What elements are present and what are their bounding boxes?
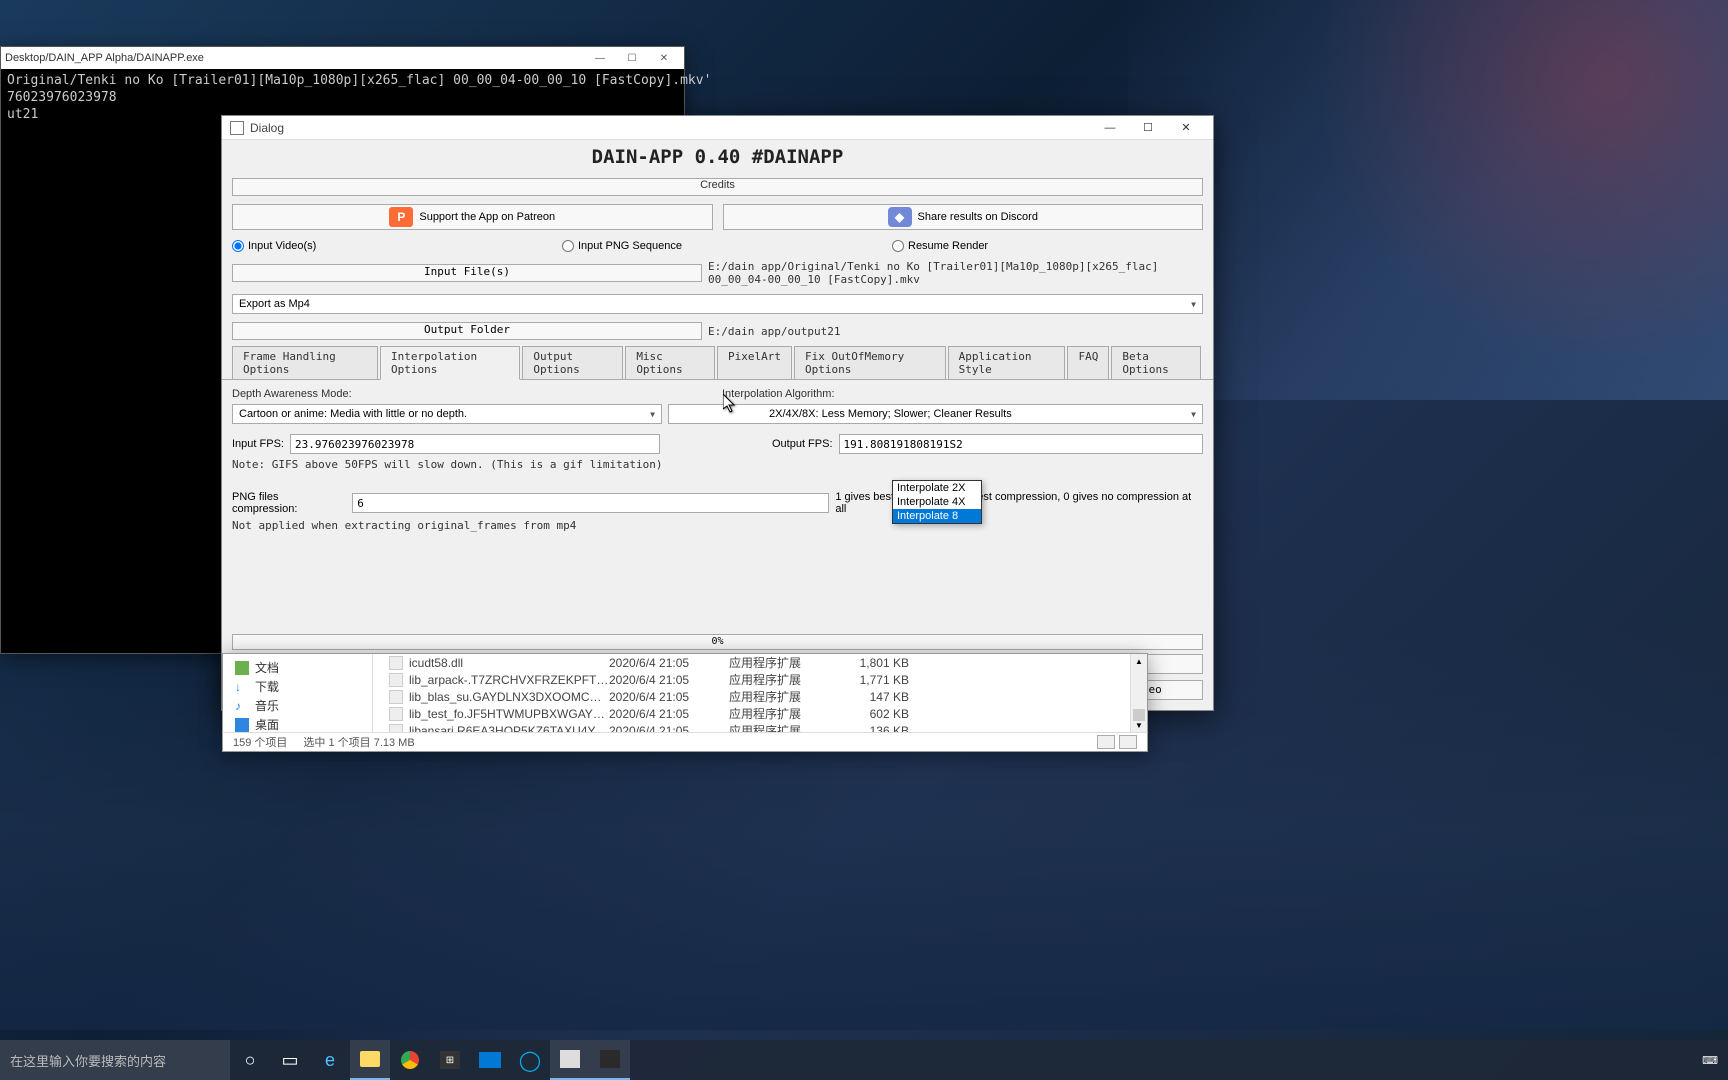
- output-fps-field[interactable]: [839, 434, 1203, 454]
- discord-button[interactable]: ◆ Share results on Discord: [723, 204, 1204, 230]
- input-fps-field[interactable]: [290, 434, 660, 454]
- png-compression-field[interactable]: [352, 493, 829, 513]
- minimize-button[interactable]: —: [584, 49, 616, 67]
- input-fps-label: Input FPS:: [232, 438, 284, 450]
- app2-icon[interactable]: [590, 1040, 630, 1080]
- radio-input-video-input[interactable]: [232, 240, 244, 252]
- export-format-select[interactable]: Export as Mp4: [232, 294, 1203, 314]
- file-icon: [389, 656, 403, 670]
- console-titlebar[interactable]: Desktop/DAIN_APP Alpha/DAINAPP.exe — ☐ ✕: [1, 47, 684, 69]
- desktop-icon: [235, 718, 249, 732]
- radio-resume[interactable]: Resume Render: [892, 240, 988, 252]
- radio-input-png[interactable]: Input PNG Sequence: [562, 240, 892, 252]
- status-count: 159 个项目: [233, 734, 287, 750]
- tab-frame-handling[interactable]: Frame Handling Options: [232, 346, 378, 379]
- app1-icon[interactable]: [550, 1040, 590, 1080]
- progress-bar: 0%: [232, 634, 1203, 650]
- dainapp-dialog: Dialog — ☐ ✕ DAIN-APP 0.40 #DAINAPP Cred…: [221, 115, 1214, 711]
- task-view-icon[interactable]: ▭: [270, 1040, 310, 1080]
- tab-faq[interactable]: FAQ: [1067, 346, 1109, 379]
- dropdown-option-8x[interactable]: Interpolate 8: [893, 509, 981, 523]
- dropdown-option-2x[interactable]: Interpolate 2X: [893, 481, 981, 495]
- fps-note: Note: GIFS above 50FPS will slow down. (…: [232, 458, 1203, 471]
- skype-icon[interactable]: ◯: [510, 1040, 550, 1080]
- sidebar-item-documents[interactable]: 文档: [223, 658, 372, 677]
- tray-ime-icon[interactable]: ⌨: [1702, 1054, 1718, 1067]
- input-files-button[interactable]: Input File(s): [232, 264, 702, 282]
- list-item[interactable]: icudt58.dll2020/6/4 21:05应用程序扩展1,801 KB: [373, 654, 1147, 671]
- file-icon: [389, 690, 403, 704]
- tab-interpolation[interactable]: Interpolation Options: [380, 346, 520, 380]
- output-fps-label: Output FPS:: [772, 438, 833, 450]
- patreon-label: Support the App on Patreon: [419, 211, 555, 223]
- downloads-icon: ↓: [235, 680, 249, 694]
- cortana-icon[interactable]: ○: [230, 1040, 270, 1080]
- view-list-icon[interactable]: [1119, 735, 1137, 749]
- taskbar: 在这里输入你要搜索的内容 ○ ▭ e ⊞ ◯ ⌨: [0, 1040, 1728, 1080]
- tabs: Frame Handling Options Interpolation Opt…: [222, 346, 1213, 380]
- credits-button[interactable]: Credits: [232, 178, 1203, 196]
- app-title: DAIN-APP 0.40 #DAINAPP: [222, 140, 1213, 174]
- interp-algorithm-select[interactable]: 2X/4X/8X: Less Memory; Slower; Cleaner R…: [668, 404, 1203, 424]
- explorer-icon[interactable]: [350, 1040, 390, 1080]
- cursor-icon: [723, 394, 737, 414]
- close-button[interactable]: ✕: [648, 49, 680, 67]
- dialog-titlebar[interactable]: Dialog — ☐ ✕: [222, 116, 1213, 140]
- not-applied-note: Not applied when extracting original_fra…: [232, 519, 1203, 532]
- tab-style[interactable]: Application Style: [948, 346, 1066, 379]
- scroll-up-icon[interactable]: ▲: [1131, 654, 1147, 668]
- file-icon: [389, 673, 403, 687]
- maximize-button[interactable]: ☐: [1129, 118, 1167, 138]
- search-input[interactable]: 在这里输入你要搜索的内容: [0, 1040, 230, 1080]
- list-item[interactable]: lib_test_fo.JF5HTWMUPBXWGAYEBVE...2020/6…: [373, 705, 1147, 722]
- interp-label: Interpolation Algorithm:: [722, 388, 835, 400]
- output-folder-button[interactable]: Output Folder: [232, 322, 702, 340]
- sidebar-item-music[interactable]: ♪音乐: [223, 696, 372, 715]
- music-icon: ♪: [235, 699, 249, 713]
- discord-label: Share results on Discord: [918, 211, 1038, 223]
- system-tray[interactable]: ⌨: [1692, 1054, 1728, 1067]
- tab-misc[interactable]: Misc Options: [625, 346, 715, 379]
- status-selection: 选中 1 个项目 7.13 MB: [303, 734, 414, 750]
- mail-icon[interactable]: [470, 1040, 510, 1080]
- close-button[interactable]: ✕: [1167, 118, 1205, 138]
- list-item[interactable]: lib_blas_su.GAYDLNX3DXOOMCP6K7...2020/6/…: [373, 688, 1147, 705]
- tab-content: Depth Awareness Mode: Interpolation Algo…: [222, 380, 1213, 630]
- dropdown-option-4x[interactable]: Interpolate 4X: [893, 495, 981, 509]
- view-grid-icon[interactable]: [1097, 735, 1115, 749]
- input-path: E:/dain app/Original/Tenki no Ko [Traile…: [708, 260, 1203, 286]
- tab-output[interactable]: Output Options: [522, 346, 623, 379]
- console-title: Desktop/DAIN_APP Alpha/DAINAPP.exe: [5, 52, 584, 64]
- file-icon: [389, 707, 403, 721]
- sidebar-item-downloads[interactable]: ↓下载: [223, 677, 372, 696]
- explorer-statusbar: 159 个项目 选中 1 个项目 7.13 MB: [222, 732, 1148, 752]
- depth-label: Depth Awareness Mode:: [232, 388, 722, 400]
- tab-pixelart[interactable]: PixelArt: [717, 346, 792, 379]
- depth-mode-select[interactable]: Cartoon or anime: Media with little or n…: [232, 404, 662, 424]
- store-icon[interactable]: ⊞: [430, 1040, 470, 1080]
- interpolate-dropdown[interactable]: Interpolate 2X Interpolate 4X Interpolat…: [892, 480, 982, 524]
- patreon-icon: P: [389, 207, 413, 227]
- edge-icon[interactable]: e: [310, 1040, 350, 1080]
- list-item[interactable]: lib_arpack-.T7ZRCHVXFRZEKPFTM2JZ...2020/…: [373, 671, 1147, 688]
- discord-icon: ◆: [888, 207, 912, 227]
- png-compression-label: PNG files compression:: [232, 491, 346, 515]
- app-icon: [230, 121, 244, 135]
- radio-resume-input[interactable]: [892, 240, 904, 252]
- patreon-button[interactable]: P Support the App on Patreon: [232, 204, 713, 230]
- scroll-down-icon[interactable]: ▼: [1131, 718, 1147, 732]
- radio-input-png-input[interactable]: [562, 240, 574, 252]
- scrollbar[interactable]: ▲ ▼: [1130, 654, 1147, 732]
- maximize-button[interactable]: ☐: [616, 49, 648, 67]
- tab-beta[interactable]: Beta Options: [1111, 346, 1201, 379]
- tab-oom[interactable]: Fix OutOfMemory Options: [794, 346, 946, 379]
- minimize-button[interactable]: —: [1091, 118, 1129, 138]
- png-note: 1 gives best speed, 9 gives best compres…: [835, 491, 1203, 515]
- radio-input-video[interactable]: Input Video(s): [232, 240, 562, 252]
- dialog-title: Dialog: [250, 121, 1091, 135]
- documents-icon: [235, 661, 249, 675]
- chrome-icon[interactable]: [390, 1040, 430, 1080]
- output-path: E:/dain app/output21: [708, 325, 1203, 338]
